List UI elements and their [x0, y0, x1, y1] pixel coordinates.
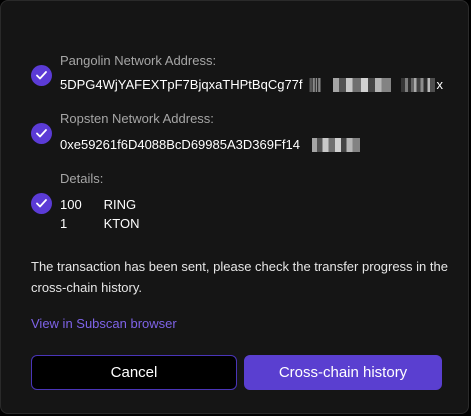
detail-item: 100 RING — [60, 197, 136, 212]
detail-amount: 1 — [60, 216, 68, 231]
detail-item: 1 KTON — [60, 216, 140, 231]
detail-amount: 100 — [60, 197, 82, 212]
subscan-link[interactable]: View in Subscan browser — [31, 316, 177, 331]
cancel-button[interactable]: Cancel — [31, 355, 237, 390]
details-label: Details: — [60, 171, 104, 186]
check-icon — [31, 123, 52, 144]
ropsten-address-text: 0xe59261f6D4088BcD69985A3D369Ff14 — [60, 137, 300, 152]
cross-chain-history-button[interactable]: Cross-chain history — [244, 355, 442, 390]
pangolin-address-tail: x — [436, 77, 444, 92]
pangolin-address-value: 5DPG4WjYAFEXTpF7BjqxaTHPtBqCg77f x — [60, 77, 443, 92]
detail-token: KTON — [103, 216, 140, 231]
check-icon — [31, 193, 52, 214]
ropsten-address-label: Ropsten Network Address: — [60, 111, 214, 126]
redacted-mosaic — [311, 137, 360, 152]
redacted-mosaic — [332, 77, 391, 92]
detail-token: RING — [103, 197, 137, 212]
ropsten-address-section: Ropsten Network Address: 0xe59261f6D4088… — [31, 111, 454, 152]
pangolin-address-section: Pangolin Network Address: 5DPG4WjYAFEXTp… — [31, 51, 454, 92]
pangolin-address-label: Pangolin Network Address: — [60, 53, 217, 68]
redacted-mosaic — [400, 77, 435, 92]
pangolin-address-text: 5DPG4WjYAFEXTpF7BjqxaTHPtBqCg77f — [60, 77, 303, 92]
check-icon — [31, 65, 52, 86]
status-message: The transaction has been sent, please ch… — [31, 259, 448, 295]
details-section: Details: 100 RING 1 KTON — [31, 171, 454, 231]
transfer-success-dialog: Pangolin Network Address: 5DPG4WjYAFEXTp… — [0, 0, 469, 414]
ropsten-address-value: 0xe59261f6D4088BcD69985A3D369Ff14 — [60, 137, 360, 152]
redacted-mosaic — [308, 77, 321, 92]
